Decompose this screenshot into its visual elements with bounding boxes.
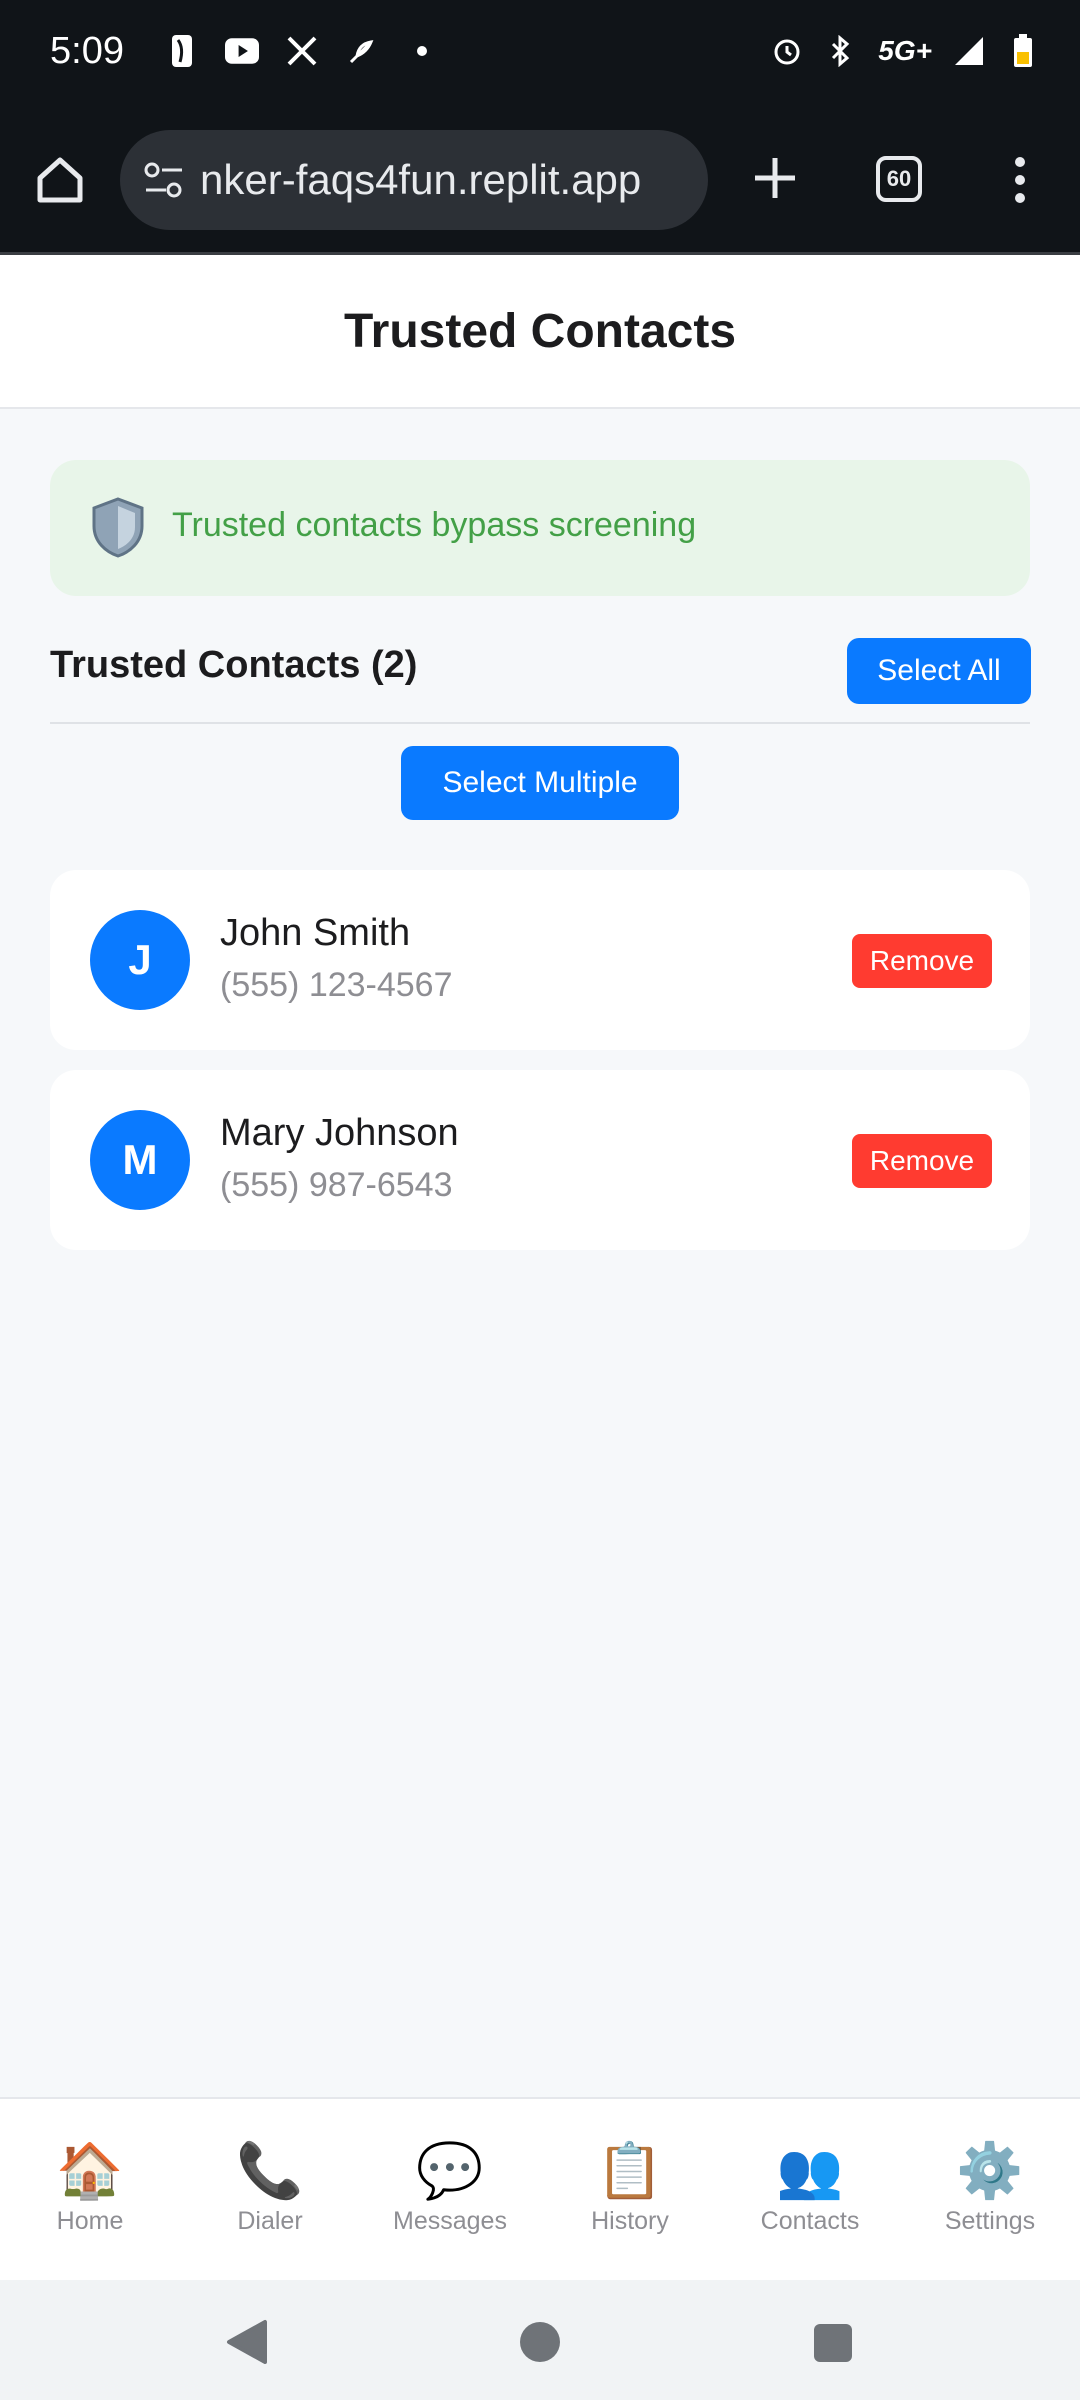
more-options-icon[interactable] <box>1000 150 1040 210</box>
people-icon: 👥 <box>776 2141 844 2201</box>
house-icon: 🏠 <box>56 2141 124 2201</box>
nav-label: History <box>591 2207 669 2235</box>
nav-messages[interactable]: 💬 Messages <box>360 2099 540 2282</box>
nav-settings[interactable]: ⚙️ Settings <box>900 2099 1080 2282</box>
nav-home[interactable]: 🏠 Home <box>0 2099 180 2282</box>
signal-icon <box>952 34 986 68</box>
nba-icon <box>165 34 199 68</box>
contact-card: J John Smith (555) 123-4567 Remove <box>50 870 1030 1050</box>
browser-toolbar: nker-faqs4fun.replit.app 60 <box>0 108 1080 255</box>
avatar: J <box>90 910 190 1010</box>
nav-label: Dialer <box>237 2207 303 2235</box>
contacts-count-heading: Trusted Contacts (2) <box>50 644 418 686</box>
tab-switcher-button[interactable]: 60 <box>876 156 922 202</box>
home-icon[interactable] <box>30 150 90 210</box>
page-title: Trusted Contacts <box>343 304 737 358</box>
system-navigation-bar <box>0 2280 1080 2400</box>
new-tab-icon[interactable] <box>745 148 805 208</box>
select-multiple-button[interactable]: Select Multiple <box>401 746 679 820</box>
notification-icons <box>165 34 439 68</box>
system-icons: 5G+ <box>770 34 1040 68</box>
page-header: Trusted Contacts <box>0 255 1080 409</box>
nav-history[interactable]: 📋 History <box>540 2099 720 2282</box>
nav-label: Home <box>56 2207 124 2235</box>
address-bar[interactable]: nker-faqs4fun.replit.app <box>120 130 708 230</box>
banner-text: Trusted contacts bypass screening <box>172 506 697 544</box>
x-icon <box>285 34 319 68</box>
info-banner: Trusted contacts bypass screening <box>50 460 1030 596</box>
contact-name: John Smith <box>220 912 411 954</box>
speech-bubble-icon: 💬 <box>416 2141 484 2201</box>
contact-name: Mary Johnson <box>220 1112 459 1154</box>
nav-label: Contacts <box>760 2207 860 2235</box>
clipboard-icon: 📋 <box>596 2141 664 2201</box>
status-bar: 5:09 5G+ <box>0 0 1080 108</box>
phone-icon: 📞 <box>236 2141 304 2201</box>
bluetooth-icon <box>824 34 858 68</box>
contact-phone: (555) 987-6543 <box>220 1166 453 1204</box>
bottom-navigation: 🏠 Home 📞 Dialer 💬 Messages 📋 History 👥 C… <box>0 2097 1080 2282</box>
nav-dialer[interactable]: 📞 Dialer <box>180 2099 360 2282</box>
back-icon[interactable] <box>225 2318 269 2371</box>
shield-icon <box>90 496 146 558</box>
contact-phone: (555) 123-4567 <box>220 966 453 1004</box>
recent-apps-icon[interactable] <box>814 2324 852 2362</box>
nav-contacts[interactable]: 👥 Contacts <box>720 2099 900 2282</box>
battery-icon <box>1006 34 1040 68</box>
nav-label: Settings <box>944 2207 1036 2235</box>
home-button-icon[interactable] <box>520 2322 560 2362</box>
select-all-button[interactable]: Select All <box>847 638 1031 704</box>
site-settings-icon[interactable] <box>142 160 186 200</box>
contact-card: M Mary Johnson (555) 987-6543 Remove <box>50 1070 1030 1250</box>
dot-icon <box>405 34 439 68</box>
nav-label: Messages <box>393 2207 507 2235</box>
feather-icon <box>345 34 379 68</box>
remove-button[interactable]: Remove <box>852 934 992 988</box>
status-time: 5:09 <box>50 30 124 72</box>
youtube-icon <box>225 34 259 68</box>
avatar: M <box>90 1110 190 1210</box>
remove-button[interactable]: Remove <box>852 1134 992 1188</box>
gear-icon: ⚙️ <box>956 2141 1024 2201</box>
url-text[interactable]: nker-faqs4fun.replit.app <box>200 156 700 206</box>
network-type: 5G+ <box>878 35 932 66</box>
divider <box>50 722 1030 724</box>
alarm-icon <box>770 34 804 68</box>
